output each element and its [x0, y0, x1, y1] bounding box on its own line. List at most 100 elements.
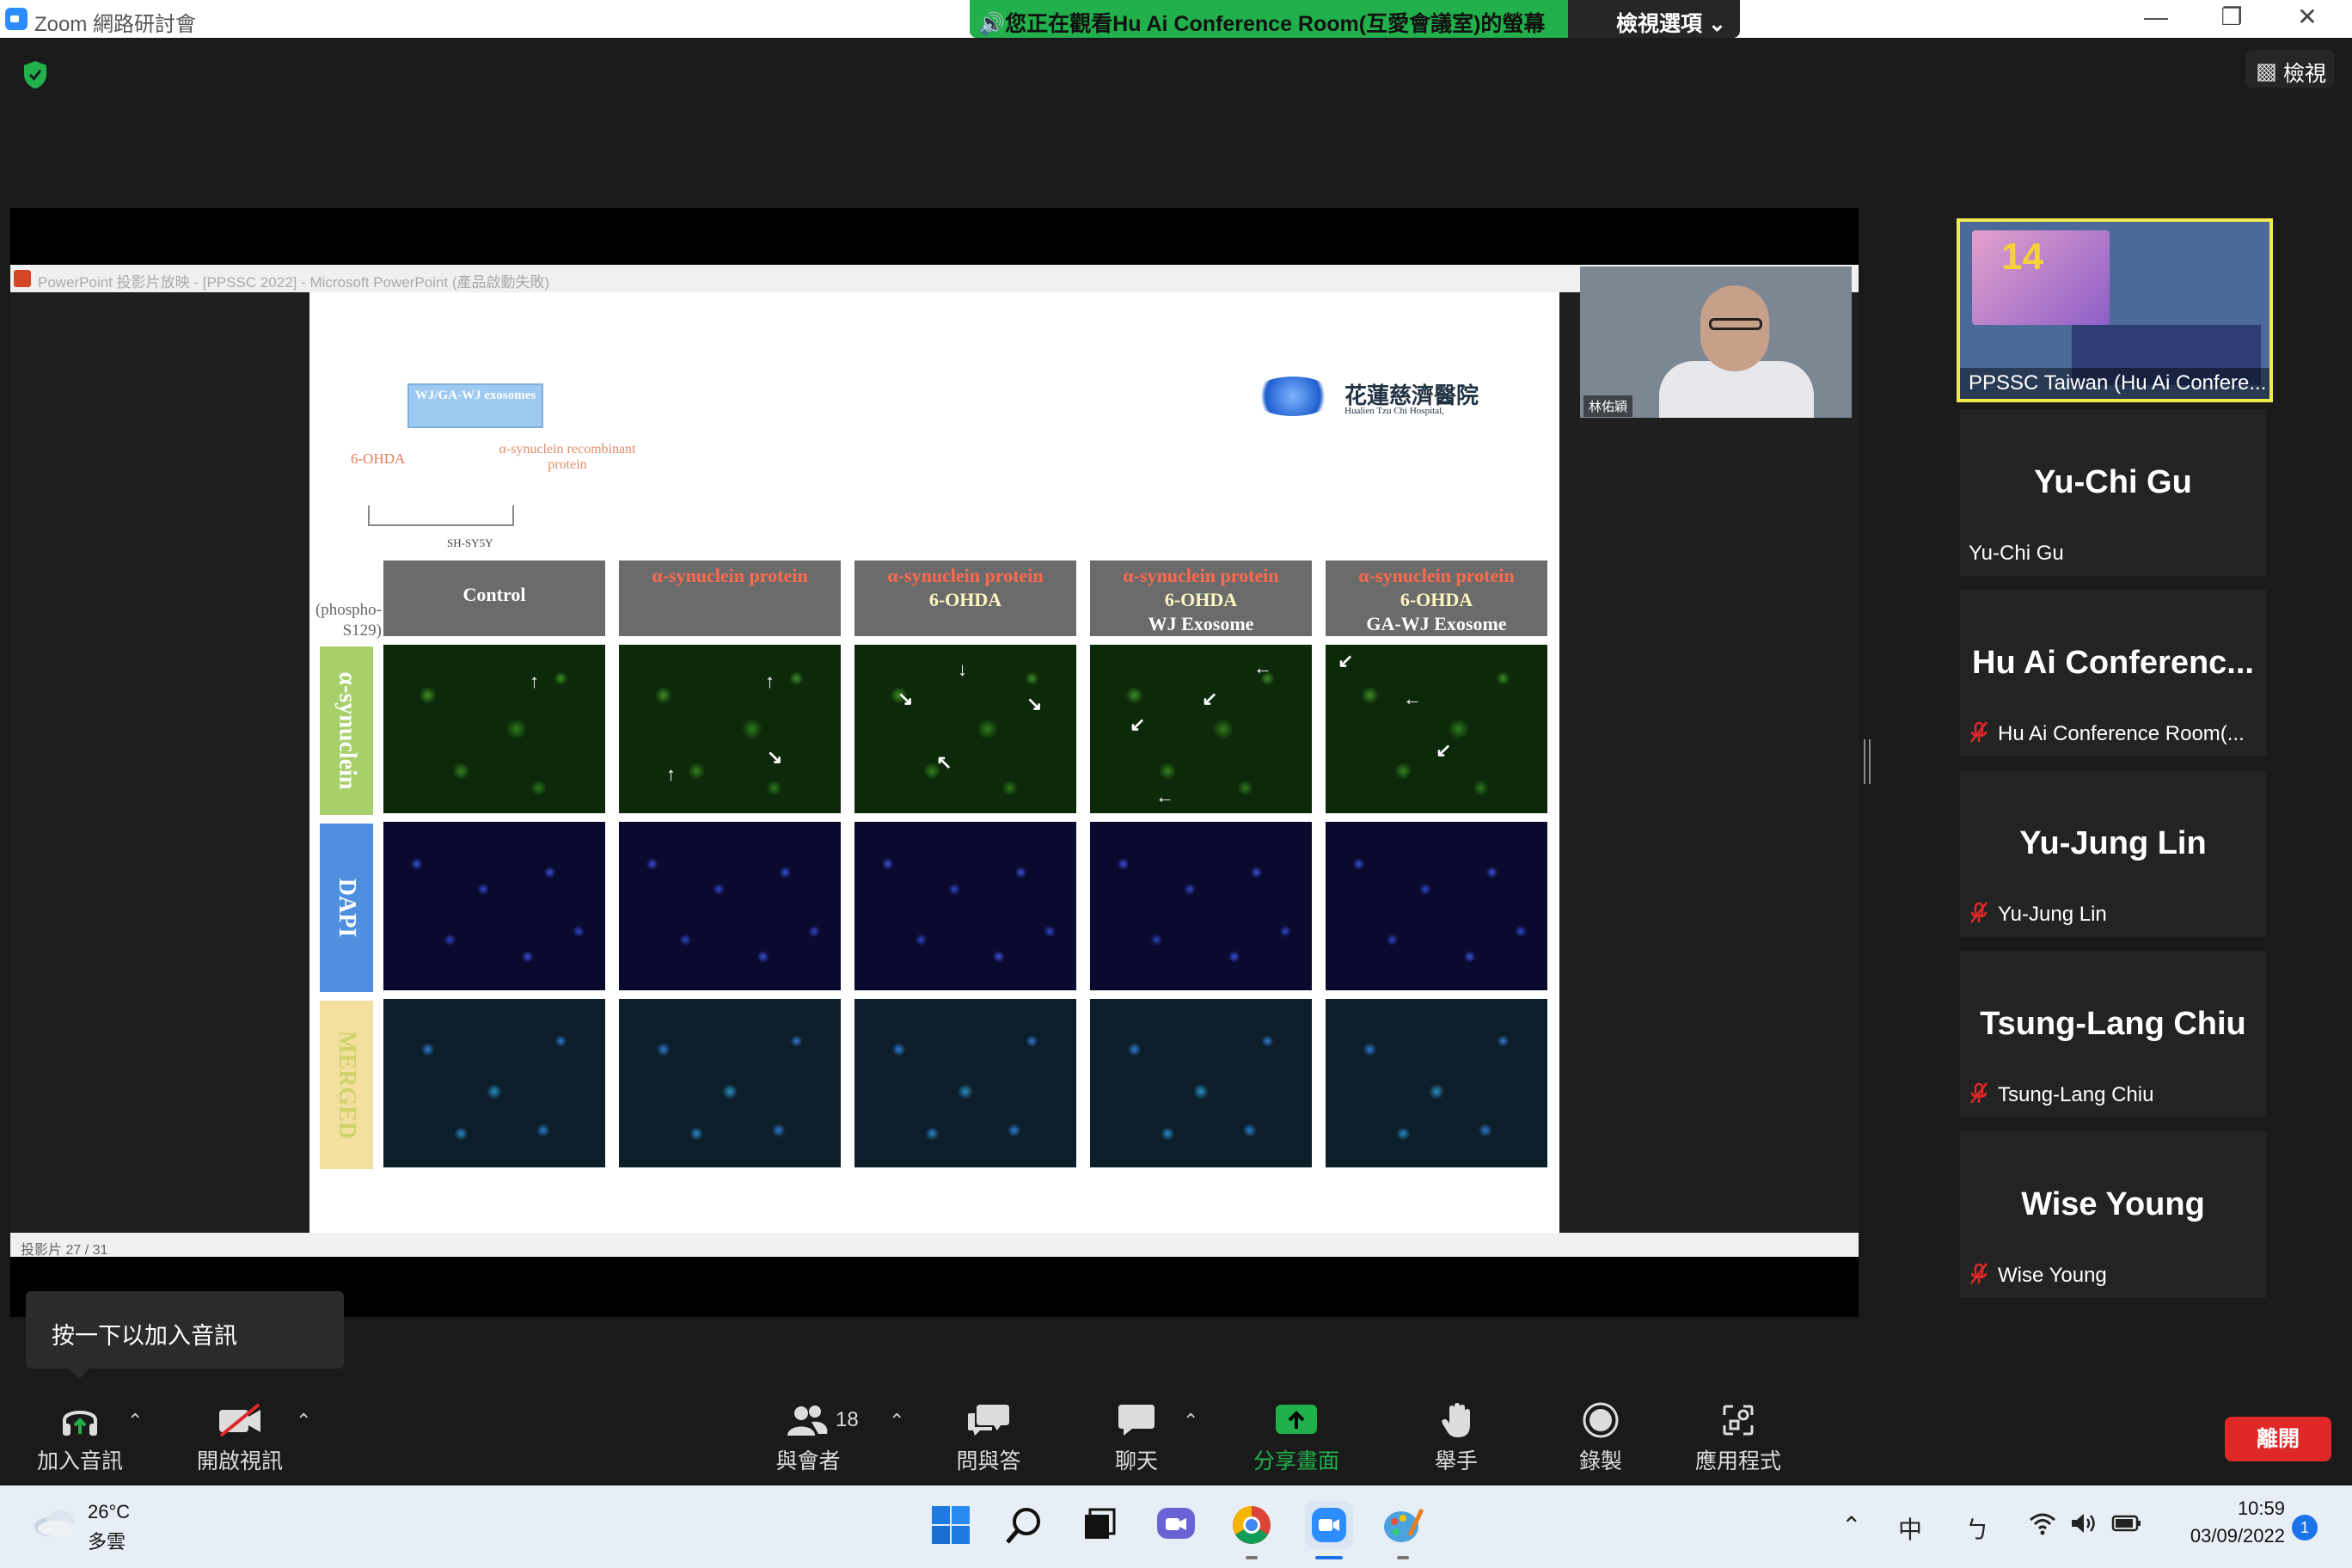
cloudy-weather-icon[interactable]: [31, 1504, 79, 1539]
column-header-ga-wj-exosome: α-synuclein protein 6-OHDA GA-WJ Exosome: [1326, 560, 1547, 636]
weather-temperature[interactable]: 26°C: [88, 1501, 130, 1523]
qa-button[interactable]: 問與答: [946, 1401, 1032, 1475]
active-speaker-name: PPSSC Taiwan (Hu Ai Confere...: [1960, 368, 2269, 399]
participants-label: 與會者: [775, 1449, 841, 1473]
arrow-icon: ↖: [936, 751, 952, 773]
raise-hand-label: 舉手: [1434, 1449, 1478, 1473]
chat-label: 聊天: [1114, 1449, 1158, 1473]
arrow-icon: ↓: [958, 658, 967, 680]
audio-options-caret-icon[interactable]: ⌃: [127, 1410, 143, 1432]
notification-badge[interactable]: 1: [2292, 1515, 2318, 1540]
video-options-caret-icon[interactable]: ⌃: [296, 1410, 311, 1432]
column-header-synuclein-ohda: α-synuclein protein 6-OHDA: [854, 560, 1076, 636]
participants-button[interactable]: 18 與會者: [765, 1401, 859, 1475]
presentation-slide: WJ/GA-WJ exosomes 6-OHDA α-synuclein rec…: [309, 292, 1559, 1233]
chat-button[interactable]: 聊天: [1093, 1401, 1179, 1475]
participant-display-name: Yu-Jung Lin: [2019, 825, 2207, 861]
teams-chat-icon[interactable]: [1152, 1501, 1200, 1549]
active-speaker-tile[interactable]: 14 PPSSC Taiwan (Hu Ai Confere...: [1957, 218, 2273, 402]
micrograph-cell: [619, 999, 841, 1167]
leave-button[interactable]: 離開: [2225, 1417, 2331, 1461]
headphones-icon: [63, 1411, 97, 1436]
raise-hand-button[interactable]: 舉手: [1413, 1401, 1499, 1475]
windows-taskbar: 26°C 多雲 ⌃ 中 ㄅ 10:59 03/09/2022 1: [0, 1485, 2352, 1568]
view-options-button[interactable]: 檢視選項 ⌄: [1568, 0, 1740, 38]
volume-icon[interactable]: [2070, 1511, 2098, 1535]
micrograph-cell: ← ↙ ↙ ←: [1090, 645, 1312, 813]
micrograph-cell: ↓ ↘ ↘ ↖: [854, 645, 1076, 813]
micrograph-cell: [383, 999, 605, 1167]
zoom-taskbar-button[interactable]: [1305, 1501, 1353, 1549]
ohda-label: 6-OHDA: [351, 450, 406, 467]
arrow-icon: ↘: [1026, 693, 1043, 714]
mic-muted-icon: [1970, 721, 1988, 743]
stage-number: 14: [2001, 236, 2043, 278]
participants-icon: [787, 1406, 828, 1436]
participant-display-name: Wise Young: [2021, 1186, 2205, 1222]
zoom-active-indicator: [1315, 1556, 1343, 1559]
security-shield-icon[interactable]: [22, 60, 48, 89]
minimize-button[interactable]: —: [2122, 0, 2190, 38]
micrograph-cell: [854, 822, 1076, 990]
col-line1: Control: [462, 584, 526, 605]
arrow-icon: ←: [1403, 688, 1422, 709]
clock-date[interactable]: 03/09/2022: [2161, 1525, 2285, 1547]
micrograph-cell: [854, 999, 1076, 1167]
arrow-icon: ↙: [1130, 714, 1146, 735]
record-button[interactable]: 錄製: [1558, 1401, 1644, 1475]
battery-icon[interactable]: [2111, 1511, 2142, 1535]
col-line2: 6-OHDA: [928, 589, 1002, 610]
micrograph-cell: [1090, 999, 1312, 1167]
slide-left-margin: [10, 292, 309, 1233]
join-audio-button[interactable]: 加入音訊: [31, 1401, 129, 1475]
apps-button[interactable]: 應用程式: [1690, 1401, 1786, 1475]
col-line1: α-synuclein protein: [652, 565, 808, 586]
qa-icon: [968, 1405, 1009, 1436]
participants-caret-icon[interactable]: ⌃: [889, 1410, 904, 1432]
record-icon: [1583, 1402, 1619, 1438]
cell-line-label: SH-SY5Y: [447, 536, 493, 549]
participant-tile[interactable]: Tsung-Lang Chiu Tsung-Lang Chiu: [1960, 951, 2266, 1118]
restore-button[interactable]: ❐: [2197, 0, 2266, 38]
glasses-icon: [1709, 318, 1762, 330]
search-icon[interactable]: [1001, 1501, 1049, 1549]
speaker-video: 林佑穎: [1580, 266, 1852, 418]
micrograph-cell: [383, 822, 605, 990]
apps-label: 應用程式: [1694, 1449, 1781, 1473]
panel-resize-handle[interactable]: [1864, 739, 1871, 784]
participant-tile[interactable]: Hu Ai Conferenc... Hu Ai Conference Room…: [1960, 590, 2266, 756]
mic-muted-icon: [1970, 902, 1988, 923]
chat-caret-icon[interactable]: ⌃: [1183, 1410, 1198, 1432]
arrow-icon: ↘: [897, 688, 914, 709]
ime-language[interactable]: 中: [1898, 1511, 1922, 1546]
ime-mode[interactable]: ㄅ: [1965, 1511, 1989, 1546]
participant-tile[interactable]: Wise Young Wise Young: [1960, 1131, 2266, 1298]
chrome-icon[interactable]: [1228, 1501, 1276, 1549]
wifi-icon[interactable]: [2029, 1511, 2056, 1535]
participant-tile[interactable]: Yu-Chi Gu Yu-Chi Gu: [1960, 409, 2266, 576]
task-view-icon[interactable]: [1075, 1501, 1123, 1549]
video-off-icon: [219, 1403, 260, 1437]
windows-start-icon[interactable]: [927, 1501, 975, 1549]
chevron-up-icon[interactable]: ⌃: [1841, 1511, 1861, 1540]
participant-tile[interactable]: Yu-Jung Lin Yu-Jung Lin: [1960, 770, 2266, 937]
share-screen-label: 分享畫面: [1253, 1449, 1339, 1473]
col-line1: α-synuclein protein: [1123, 565, 1279, 586]
micrograph-cell: [1326, 822, 1547, 990]
cell-culture-bracket: [368, 505, 514, 526]
participant-name: Yu-Chi Gu: [1969, 542, 2064, 565]
close-button[interactable]: ✕: [2273, 0, 2342, 38]
ppt-status-bar: 投影片 27 / 31: [10, 1233, 1859, 1258]
weather-description[interactable]: 多雲: [88, 1527, 126, 1554]
micrograph-cell: [1090, 822, 1312, 990]
start-video-label: 開啟視訊: [196, 1449, 283, 1473]
raise-hand-icon: [1442, 1403, 1470, 1437]
arrow-icon: ↑: [765, 671, 775, 692]
start-video-button[interactable]: 開啟視訊: [191, 1401, 289, 1475]
col-line3: WJ Exosome: [1148, 613, 1254, 634]
participants-icon-wrap: 18: [765, 1401, 859, 1439]
share-screen-button[interactable]: 分享畫面: [1245, 1401, 1348, 1475]
clock-time[interactable]: 10:59: [2216, 1498, 2285, 1520]
view-button[interactable]: ▩ 檢視: [2245, 50, 2335, 88]
paint-icon[interactable]: [1379, 1501, 1427, 1549]
